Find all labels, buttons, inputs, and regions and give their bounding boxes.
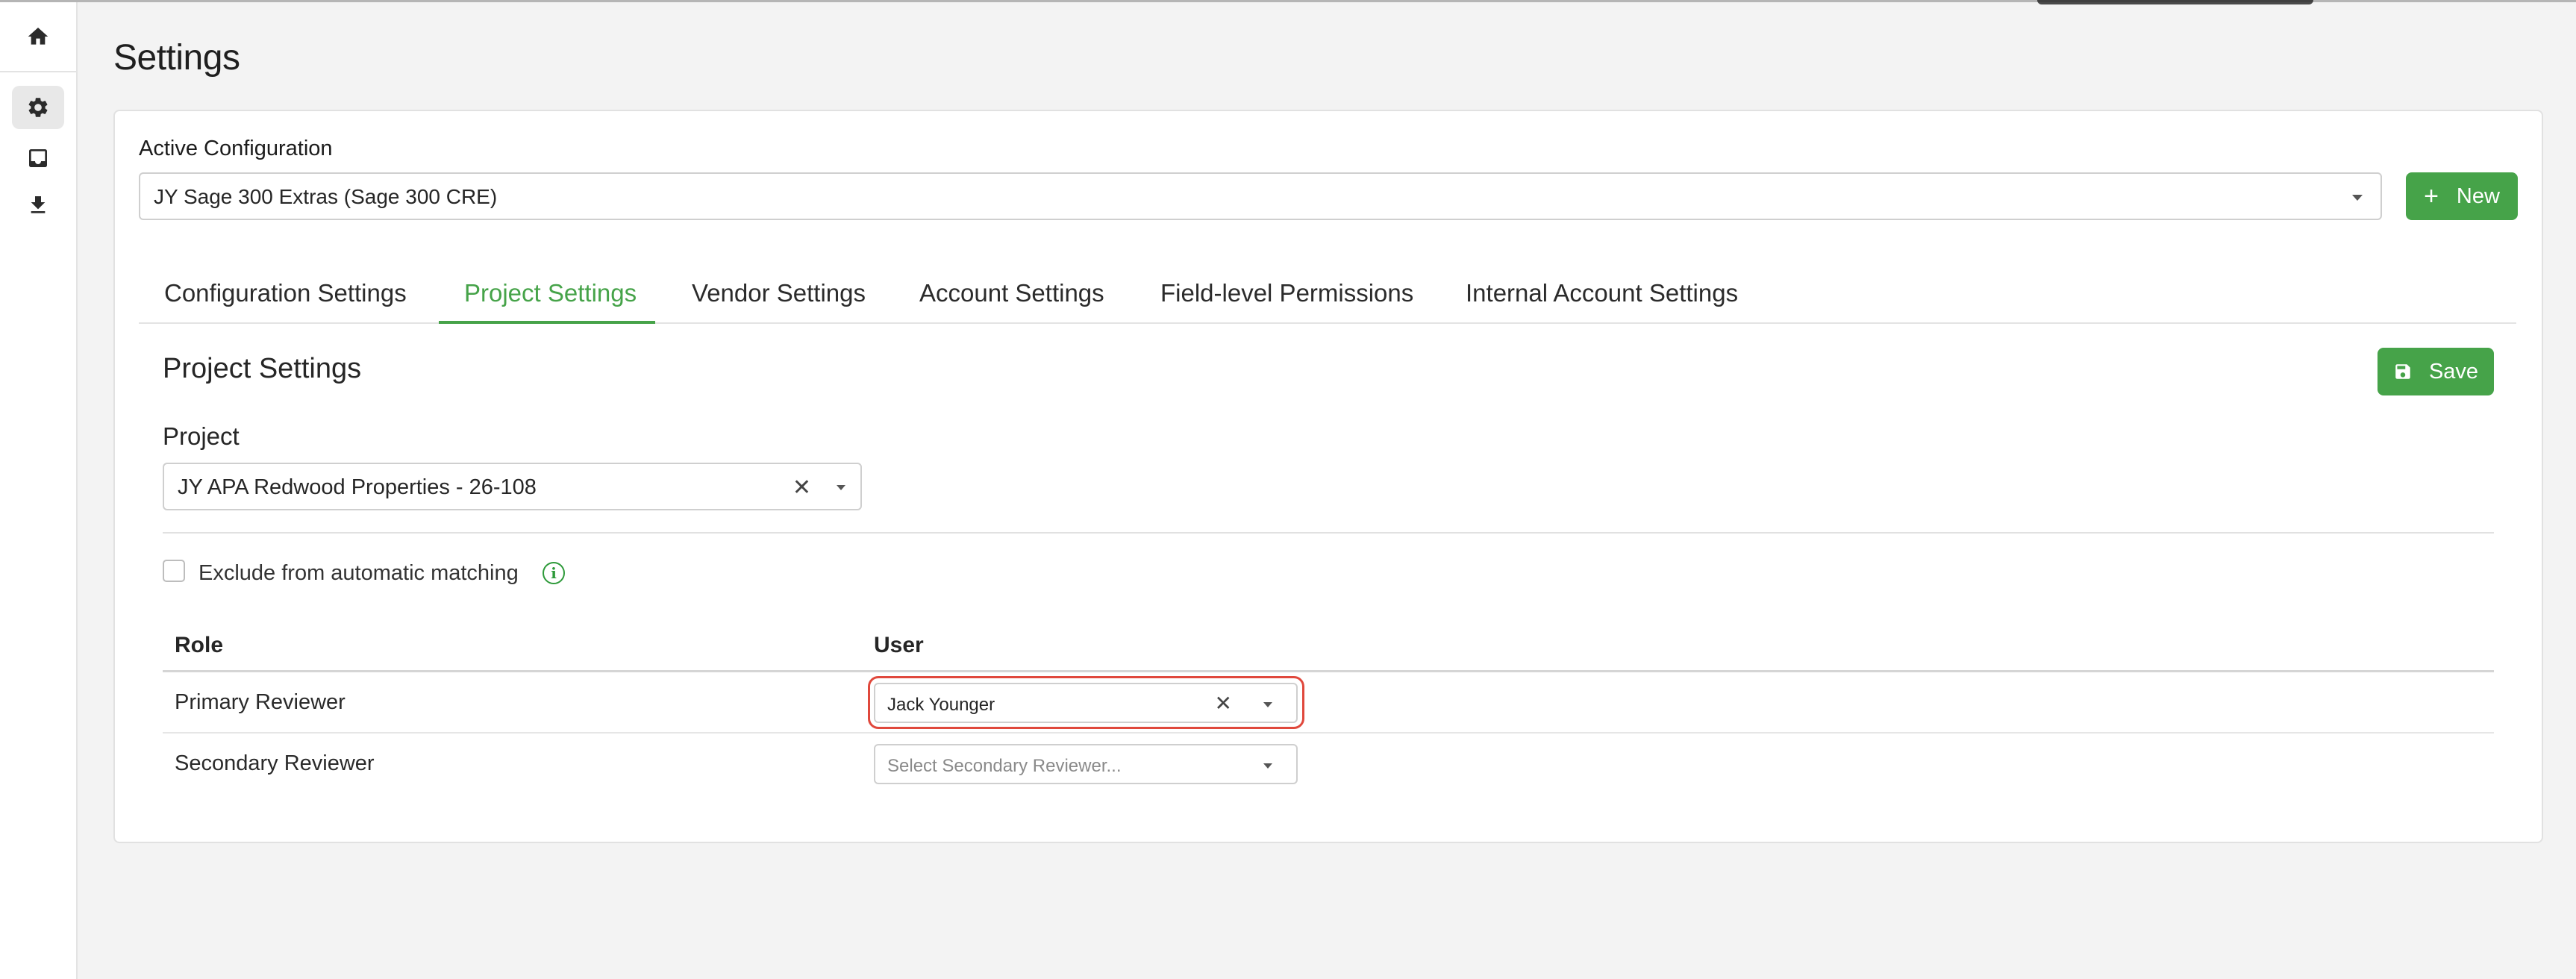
- table-header-divider: [163, 670, 2494, 672]
- home-button[interactable]: [0, 2, 76, 72]
- secondary-reviewer-placeholder: Select Secondary Reviewer...: [887, 756, 1122, 776]
- role-secondary-reviewer: Secondary Reviewer: [175, 751, 375, 775]
- chevron-down-icon: [1263, 763, 1272, 769]
- role-primary-reviewer: Primary Reviewer: [175, 690, 346, 714]
- save-button-label: Save: [2428, 359, 2479, 384]
- tab-internal-account-settings[interactable]: Internal Account Settings: [1466, 279, 1738, 307]
- divider: [163, 532, 2494, 534]
- tab-vendor-settings[interactable]: Vendor Settings: [692, 279, 866, 307]
- tab-field-level-permissions[interactable]: Field-level Permissions: [1160, 279, 1413, 307]
- tab-project-settings[interactable]: Project Settings: [464, 279, 637, 307]
- gear-icon: [28, 98, 48, 117]
- home-icon: [28, 28, 49, 45]
- settings-tabs: Configuration Settings Project Settings …: [139, 269, 2516, 324]
- info-icon[interactable]: i: [543, 562, 565, 584]
- tab-configuration-settings[interactable]: Configuration Settings: [164, 279, 407, 307]
- new-configuration-button[interactable]: + New: [2406, 172, 2518, 220]
- floppy-disk-icon: [2395, 364, 2410, 379]
- column-header-role: Role: [175, 633, 224, 657]
- download-icon: [31, 196, 46, 213]
- page-title: Settings: [113, 38, 240, 78]
- settings-nav-button[interactable]: [12, 86, 64, 129]
- project-label: Project: [163, 422, 240, 450]
- inbox-icon: [29, 149, 47, 167]
- inbox-nav-button[interactable]: [12, 137, 64, 180]
- column-header-user: User: [874, 633, 924, 657]
- active-configuration-select[interactable]: JY Sage 300 Extras (Sage 300 CRE): [139, 172, 2382, 220]
- exclude-matching-label: Exclude from automatic matching: [198, 561, 519, 585]
- left-sidebar: [0, 2, 78, 979]
- project-select[interactable]: JY APA Redwood Properties - 26-108 ✕: [163, 463, 862, 510]
- clear-icon[interactable]: ✕: [793, 475, 811, 501]
- table-row-divider: [163, 732, 2494, 734]
- tab-account-settings[interactable]: Account Settings: [919, 279, 1104, 307]
- focus-highlight: [868, 676, 1304, 729]
- new-button-label: New: [2456, 184, 2500, 208]
- active-configuration-value: JY Sage 300 Extras (Sage 300 CRE): [154, 185, 498, 208]
- exclude-matching-checkbox[interactable]: [163, 560, 185, 582]
- plus-icon: +: [2424, 182, 2439, 210]
- active-configuration-label: Active Configuration: [139, 137, 333, 160]
- window-edge: [2037, 0, 2313, 4]
- chevron-down-icon: [837, 485, 845, 490]
- active-tab-indicator: [439, 321, 655, 324]
- project-value: JY APA Redwood Properties - 26-108: [178, 475, 537, 499]
- secondary-reviewer-select[interactable]: Select Secondary Reviewer...: [874, 744, 1298, 784]
- section-title: Project Settings: [163, 353, 362, 384]
- chevron-down-icon: [2352, 195, 2363, 201]
- download-nav-button[interactable]: [12, 184, 64, 227]
- save-button[interactable]: Save: [2378, 348, 2494, 395]
